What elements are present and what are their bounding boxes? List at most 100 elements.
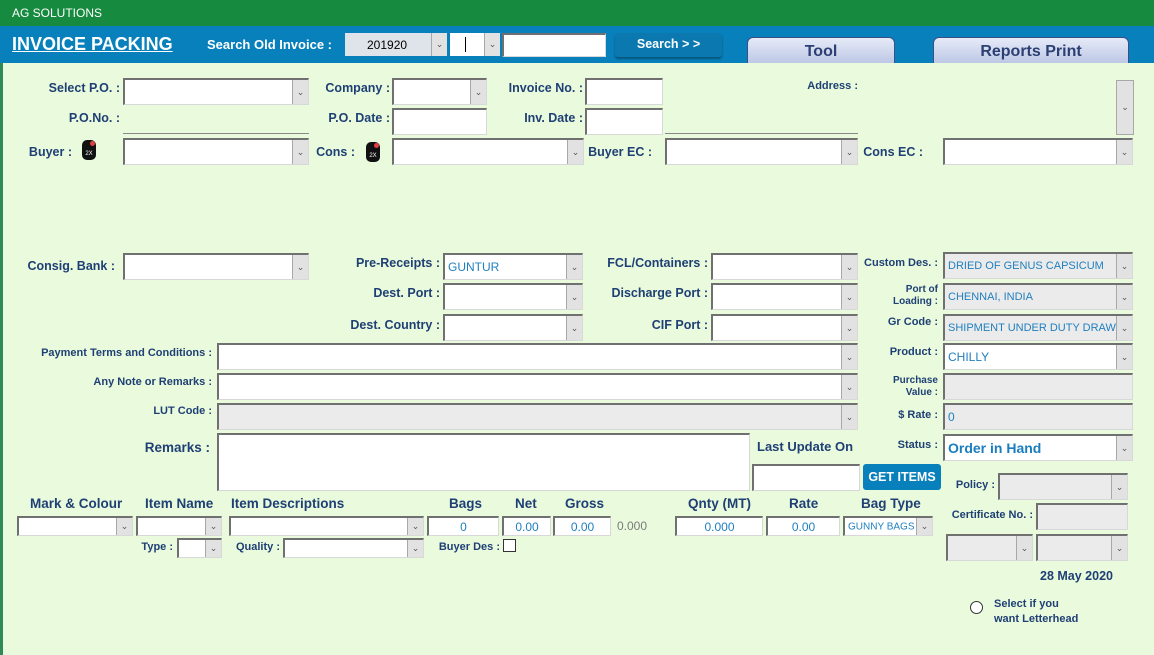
letterhead-label: Select if you want Letterhead (994, 598, 1079, 625)
remarks-textarea[interactable] (217, 433, 750, 491)
cons-ec-select[interactable]: ⌄ (943, 138, 1133, 165)
chevron-down-icon[interactable]: ⌄ (205, 540, 221, 557)
payment-terms-select[interactable]: ⌄ (217, 343, 858, 370)
chevron-down-icon[interactable]: ⌄ (841, 375, 857, 399)
chevron-down-icon[interactable]: ⌄ (841, 316, 857, 340)
mark-colour-select[interactable]: ⌄ (17, 516, 133, 536)
chevron-down-icon[interactable]: ⌄ (1117, 81, 1133, 134)
policy-select[interactable]: ⌄ (998, 473, 1128, 500)
chevron-down-icon[interactable]: ⌄ (292, 255, 308, 279)
inv-date-input[interactable] (585, 108, 663, 135)
chevron-down-icon[interactable]: ⌄ (1016, 536, 1032, 560)
last-update-label: Last Update On (757, 439, 854, 454)
chevron-down-icon[interactable]: ⌄ (841, 285, 857, 309)
lut-code-select[interactable]: ⌄ (217, 403, 858, 430)
lut-code-label: LUT Code : (153, 405, 212, 417)
cons-select[interactable]: ⌄ (392, 138, 584, 165)
chevron-down-icon[interactable]: ⌄ (484, 33, 500, 56)
chevron-down-icon[interactable]: ⌄ (431, 33, 447, 56)
chevron-down-icon[interactable]: ⌄ (841, 140, 857, 164)
chevron-down-icon[interactable]: ⌄ (841, 405, 857, 429)
custom-des-select[interactable]: DRIED OF GENUS CAPSICUM ⌄ (943, 252, 1133, 279)
chevron-down-icon[interactable]: ⌄ (566, 285, 582, 309)
search-year-select[interactable]: 201920 ⌄ (345, 33, 447, 56)
bags-input[interactable]: 0 (427, 516, 499, 536)
policy-label: Policy : (955, 479, 995, 491)
search-button[interactable]: Search > > (615, 33, 722, 57)
buyer-select[interactable]: ⌄ (123, 138, 309, 165)
bag-type-select[interactable]: GUNNY BAGS ⌄ (843, 516, 933, 536)
qnty-input[interactable]: 0.000 (675, 516, 763, 536)
fcl-containers-select[interactable]: ⌄ (711, 253, 858, 280)
chevron-down-icon[interactable]: ⌄ (1116, 436, 1132, 460)
buyer-des-checkbox[interactable] (503, 539, 516, 552)
dollar-rate-input[interactable]: 0 (943, 403, 1133, 430)
get-items-button[interactable]: GET ITEMS (863, 464, 941, 490)
chevron-down-icon[interactable]: ⌄ (566, 316, 582, 340)
col-header-gross: Gross (565, 496, 605, 511)
col-header-item-name: Item Name (145, 496, 214, 511)
buyer-ec-select[interactable]: ⌄ (665, 138, 858, 165)
purchase-value-input[interactable] (943, 373, 1133, 400)
address-dropdown[interactable]: ⌄ (1116, 80, 1134, 135)
quality-select[interactable]: ⌄ (283, 538, 424, 558)
item-description-select[interactable]: ⌄ (229, 516, 424, 536)
type-label: Type : (141, 541, 173, 553)
chevron-down-icon[interactable]: ⌄ (407, 518, 423, 535)
chevron-down-icon[interactable]: ⌄ (116, 518, 132, 535)
extra-select-1[interactable]: ⌄ (946, 534, 1033, 561)
item-name-select[interactable]: ⌄ (136, 516, 222, 536)
dollar-rate-label: $ Rate : (898, 409, 938, 421)
company-label: Company : (325, 81, 390, 95)
chevron-down-icon[interactable]: ⌄ (1111, 475, 1127, 499)
tab-tool[interactable]: Tool (747, 37, 895, 64)
chevron-down-icon[interactable]: ⌄ (407, 540, 423, 557)
pre-receipts-select[interactable]: GUNTUR ⌄ (443, 253, 583, 280)
chevron-down-icon[interactable]: ⌄ (1111, 536, 1127, 560)
search-number-input[interactable] (502, 33, 606, 57)
remote-2x-icon[interactable]: 2X (82, 140, 96, 160)
cif-port-select[interactable]: ⌄ (711, 314, 858, 341)
chevron-down-icon[interactable]: ⌄ (567, 140, 583, 164)
invoice-no-label: Invoice No. : (508, 81, 583, 95)
chevron-down-icon[interactable]: ⌄ (470, 80, 486, 104)
status-select[interactable]: Order in Hand ⌄ (943, 434, 1133, 461)
chevron-down-icon[interactable]: ⌄ (1116, 140, 1132, 164)
chevron-down-icon[interactable]: ⌄ (841, 345, 857, 369)
search-series-select[interactable]: ⌄ (450, 33, 500, 56)
dest-port-select[interactable]: ⌄ (443, 283, 583, 310)
last-update-input[interactable] (752, 464, 860, 491)
window-titlebar: AG SOLUTIONS (0, 0, 1154, 26)
consig-bank-select[interactable]: ⌄ (123, 253, 309, 280)
extra-select-2[interactable]: ⌄ (1036, 534, 1128, 561)
chevron-down-icon[interactable]: ⌄ (1116, 254, 1132, 278)
remote-2x-icon[interactable]: 2X (366, 142, 380, 162)
po-date-input[interactable] (392, 108, 487, 135)
select-po-select[interactable]: ⌄ (123, 78, 309, 105)
dest-country-select[interactable]: ⌄ (443, 314, 583, 341)
chevron-down-icon[interactable]: ⌄ (1116, 316, 1132, 340)
certificate-no-input[interactable] (1036, 503, 1128, 530)
chevron-down-icon[interactable]: ⌄ (566, 255, 582, 279)
net-input[interactable]: 0.00 (502, 516, 551, 536)
discharge-port-select[interactable]: ⌄ (711, 283, 858, 310)
port-of-loading-select[interactable]: CHENNAI, INDIA ⌄ (943, 283, 1133, 310)
gr-code-select[interactable]: SHIPMENT UNDER DUTY DRAW ⌄ (943, 314, 1133, 341)
any-note-select[interactable]: ⌄ (217, 373, 858, 400)
chevron-down-icon[interactable]: ⌄ (1116, 345, 1132, 369)
gross-input[interactable]: 0.00 (553, 516, 611, 536)
custom-des-label: Custom Des. : (864, 257, 938, 269)
product-select[interactable]: CHILLY ⌄ (943, 343, 1133, 370)
quality-label: Quality : (235, 541, 280, 553)
company-select[interactable]: ⌄ (392, 78, 487, 105)
letterhead-radio[interactable] (970, 601, 983, 614)
cif-port-label: CIF Port : (651, 318, 708, 332)
chevron-down-icon[interactable]: ⌄ (841, 255, 857, 279)
chevron-down-icon[interactable]: ⌄ (1116, 285, 1132, 309)
chevron-down-icon[interactable]: ⌄ (916, 518, 932, 535)
rate-input[interactable]: 0.00 (766, 516, 840, 536)
invoice-no-input[interactable] (585, 78, 663, 105)
chevron-down-icon[interactable]: ⌄ (205, 518, 221, 535)
type-select[interactable]: ⌄ (177, 538, 222, 558)
tab-reports-print[interactable]: Reports Print (933, 37, 1129, 64)
